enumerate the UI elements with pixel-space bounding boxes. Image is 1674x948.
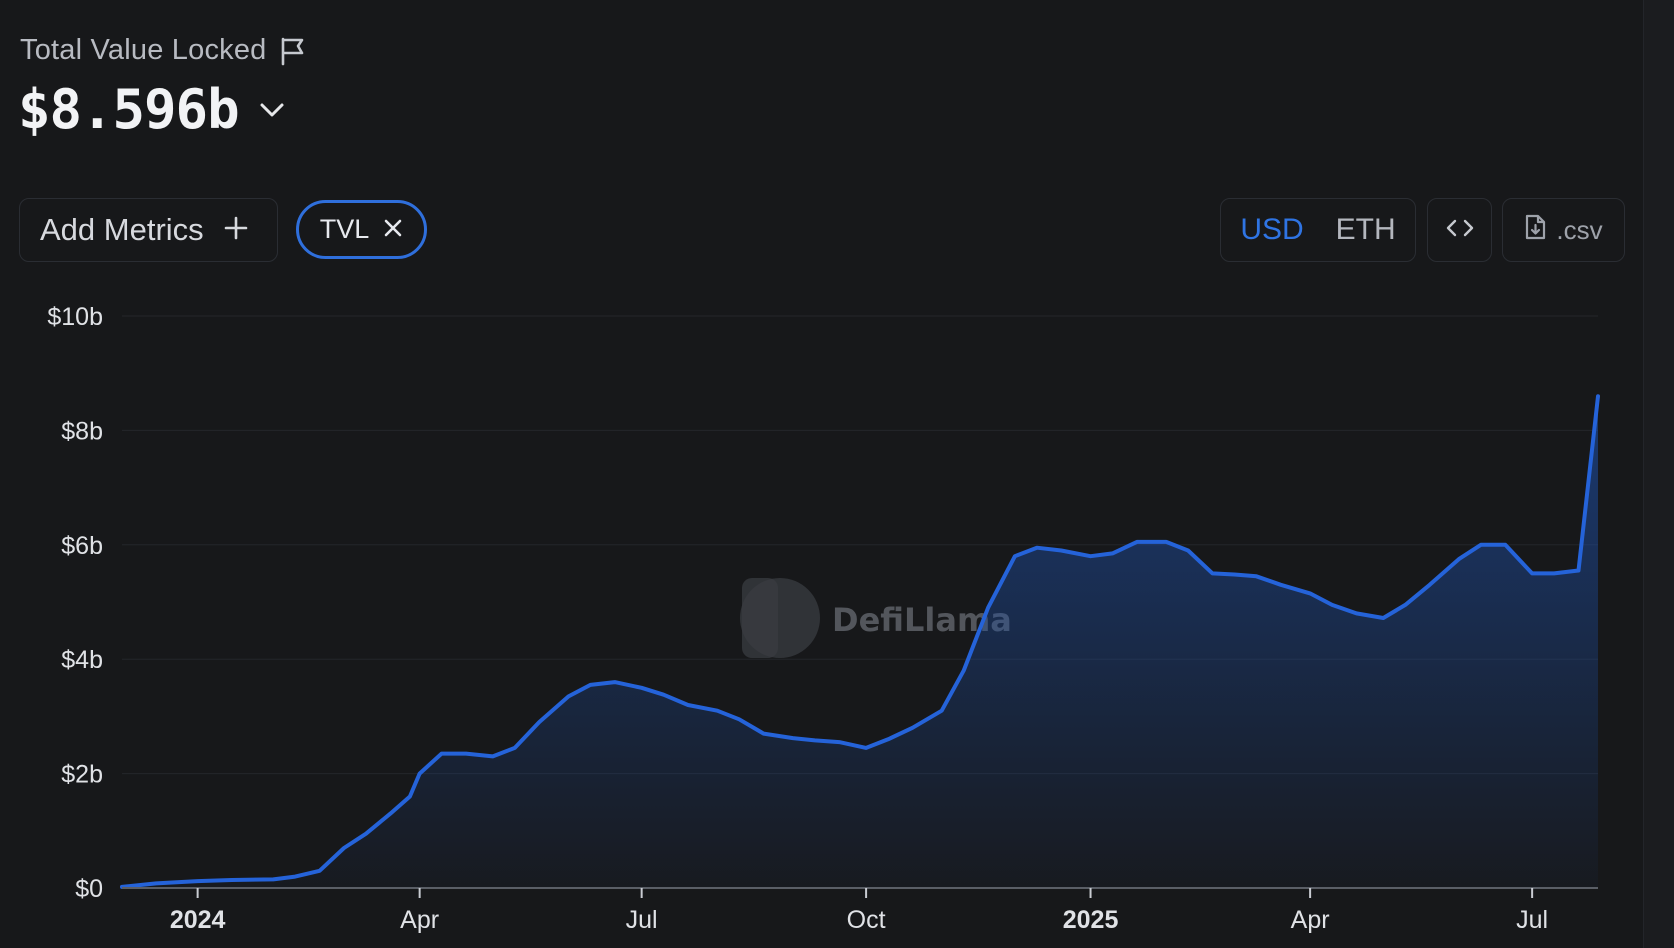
x-tick-label: Apr bbox=[400, 906, 439, 934]
embed-button[interactable] bbox=[1427, 198, 1492, 262]
add-metrics-label: Add Metrics bbox=[40, 212, 204, 247]
tvl-label: Total Value Locked bbox=[20, 34, 267, 66]
x-tick-label: 2025 bbox=[1063, 906, 1119, 934]
x-tick-label: Oct bbox=[847, 906, 886, 934]
tvl-metric-chip[interactable]: TVL bbox=[296, 200, 427, 259]
currency-option-eth[interactable]: ETH bbox=[1320, 213, 1412, 247]
tvl-panel: Total Value Locked $8.596b Add Metrics T… bbox=[0, 0, 1644, 948]
file-download-icon bbox=[1524, 214, 1546, 247]
tvl-chart[interactable]: DefiLlama $0 $2b $4b $6b $8b $10b 2024 Apr Jul Oc… bbox=[0, 290, 1643, 948]
y-tick-label: $0 bbox=[75, 875, 103, 903]
y-tick-label: $4b bbox=[61, 646, 103, 674]
csv-label: .csv bbox=[1556, 214, 1603, 245]
plus-icon bbox=[224, 212, 248, 248]
y-tick-label: $2b bbox=[61, 761, 103, 789]
watermark: DefiLlama bbox=[740, 578, 1012, 658]
tvl-value-row[interactable]: $8.596b bbox=[18, 78, 285, 141]
chevron-down-icon[interactable] bbox=[259, 101, 285, 119]
y-tick-label: $6b bbox=[61, 532, 103, 560]
llama-logo-shape bbox=[742, 578, 778, 658]
code-icon bbox=[1446, 218, 1474, 243]
tvl-value: $8.596b bbox=[18, 78, 240, 141]
y-tick-label: $8b bbox=[61, 417, 103, 445]
currency-toggle: USD ETH bbox=[1220, 198, 1416, 262]
tvl-area-series bbox=[120, 394, 1600, 889]
add-metrics-button[interactable]: Add Metrics bbox=[19, 198, 278, 262]
y-tick-label: $10b bbox=[47, 303, 103, 331]
x-tick-label: 2024 bbox=[170, 906, 226, 934]
tvl-label-row: Total Value Locked bbox=[20, 34, 307, 67]
x-tick-label: Jul bbox=[626, 906, 658, 934]
flag-icon[interactable] bbox=[279, 36, 307, 66]
x-tick-label: Apr bbox=[1291, 906, 1330, 934]
side-scroll-strip bbox=[1644, 0, 1674, 948]
close-icon[interactable] bbox=[383, 214, 403, 245]
tvl-area-fill bbox=[122, 396, 1598, 888]
csv-download-button[interactable]: .csv bbox=[1502, 198, 1625, 262]
currency-option-usd[interactable]: USD bbox=[1224, 213, 1319, 247]
x-tick-label: Jul bbox=[1516, 906, 1548, 934]
tvl-chip-label: TVL bbox=[319, 214, 370, 244]
